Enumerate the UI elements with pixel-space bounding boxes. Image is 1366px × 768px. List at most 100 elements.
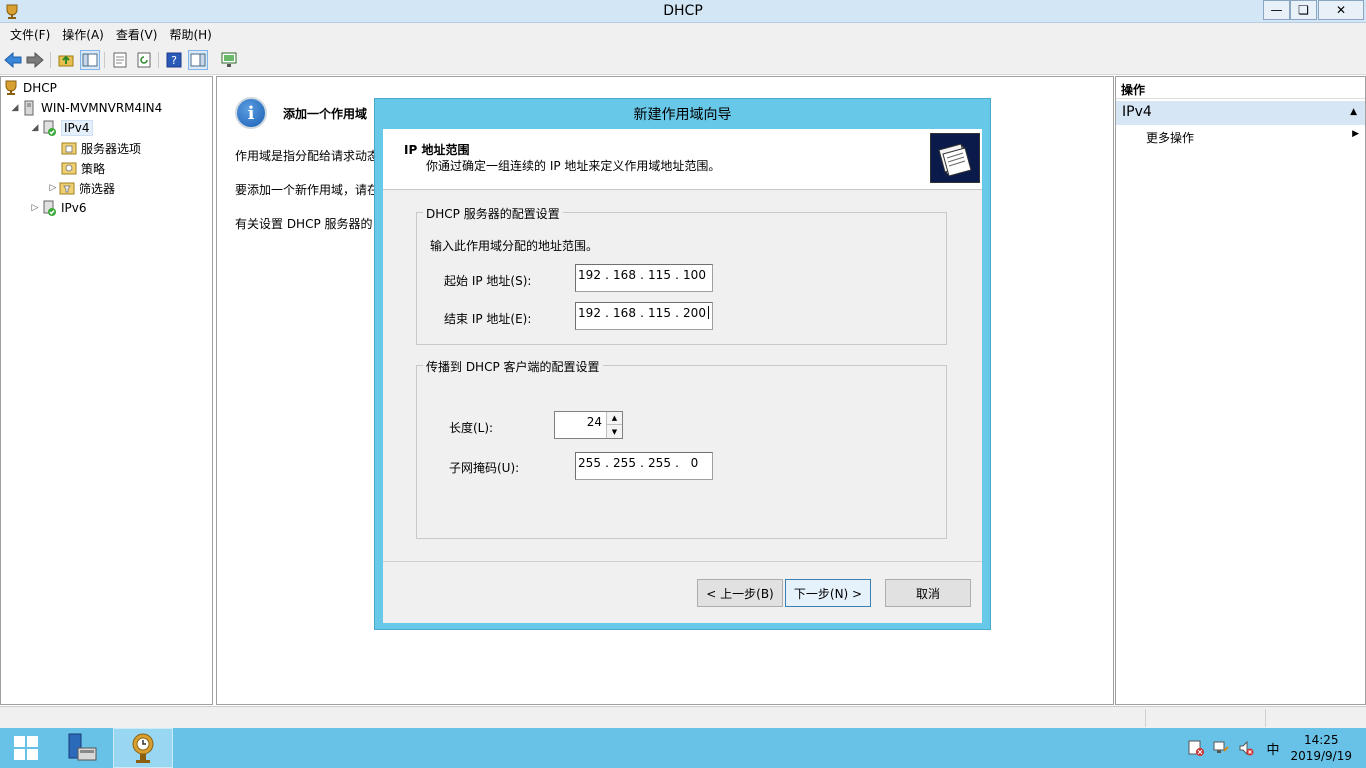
volume-muted-icon[interactable] [1238,740,1254,756]
menu-view[interactable]: 查看(V) [110,26,164,43]
minimize-button[interactable]: — [1263,0,1290,20]
status-bar [0,706,1366,728]
collapsed-arrow-icon[interactable]: ▷ [29,203,41,213]
monitor-icon [221,52,237,67]
end-ip-input[interactable]: 192. 168. 115. 200 [575,302,713,330]
show-hide-action-pane-button[interactable] [188,50,208,70]
windows-logo-icon [14,736,38,760]
start-ip-octet-3[interactable]: 115 [646,268,673,282]
monitor-button[interactable] [219,50,239,70]
collapse-up-icon[interactable]: ▲ [1350,107,1357,117]
end-ip-octet-4[interactable]: 200 [681,306,708,320]
dialog-body: IP 地址范围 你通过确定一组连续的 IP 地址来定义作用域地址范围。 DHCP… [383,129,982,623]
tree-item-server-options[interactable]: 服务器选项 [61,139,141,157]
clock-date: 2019/9/19 [1290,749,1352,763]
end-ip-octet-2[interactable]: 168 [611,306,638,320]
length-label: 长度(L): [449,421,494,435]
network-icon[interactable] [1213,740,1229,756]
spin-down-icon[interactable]: ▼ [606,425,622,438]
subnet-mask-input[interactable]: 255. 255. 255. 0 [575,452,713,480]
clock-time: 14:25 [1303,733,1339,747]
show-hide-tree-button[interactable] [80,50,100,70]
console-tree-icon [82,53,98,67]
tree-label-ipv6: IPv6 [61,201,87,215]
close-button[interactable]: ✕ [1318,0,1364,20]
client-config-legend: 传播到 DHCP 客户端的配置设置 [423,358,603,375]
menu-help[interactable]: 帮助(H) [163,26,217,43]
length-spinner[interactable]: 24 ▲ ▼ [554,411,623,439]
toolbar: ? [0,45,1366,75]
refresh-icon [137,52,151,68]
taskbar-clock[interactable]: 14:25 2019/9/19 [1290,732,1352,764]
more-actions-item[interactable]: 更多操作 [1146,129,1194,146]
server-manager-taskbar-button[interactable] [56,728,108,768]
refresh-button[interactable] [134,50,154,70]
up-level-button[interactable] [56,50,76,70]
cancel-button[interactable]: 取消 [885,579,971,607]
end-ip-octet-1[interactable]: 192 [576,306,603,320]
text-caret [708,306,709,319]
server-config-group: DHCP 服务器的配置设置 输入此作用域分配的地址范围。 起始 IP 地址(S)… [416,205,947,345]
info-icon: i [235,97,267,129]
collapsed-arrow-icon[interactable]: ▷ [47,183,59,193]
mask-octet-3[interactable]: 255 [646,456,673,470]
ipv4-icon [43,120,56,136]
action-center-icon[interactable] [1188,740,1204,756]
ime-indicator[interactable]: 中 [1265,740,1281,758]
tree-item-dhcp[interactable]: DHCP [3,79,57,97]
console-tree: DHCP ◢ WIN-MVMNVRM4IN4 ◢ IPv4 服务器选项 策略 ▷… [0,76,213,705]
actions-header: 操作 [1116,77,1365,99]
back-button[interactable] [3,50,23,70]
center-text-line2: 要添加一个新作用域，请在 [235,183,380,197]
mask-octet-2[interactable]: 255 [611,456,638,470]
dialog-subheading: 你通过确定一组连续的 IP 地址来定义作用域地址范围。 [426,159,721,173]
end-ip-octet-3[interactable]: 115 [646,306,673,320]
restore-button[interactable]: ❏ [1290,0,1317,20]
tree-item-policies[interactable]: 策略 [61,159,105,177]
tree-item-ipv6[interactable]: ▷ IPv6 [29,199,87,217]
server-config-legend: DHCP 服务器的配置设置 [423,205,563,222]
tree-item-ipv4[interactable]: ◢ IPv4 [29,119,93,137]
center-title: 添加一个作用域 [283,107,368,121]
start-ip-octet-1[interactable]: 192 [576,268,603,282]
expanded-arrow-icon[interactable]: ◢ [29,123,41,133]
menu-bar: 文件(F) 操作(A) 查看(V) 帮助(H) [0,23,1366,45]
help-icon: ? [166,52,182,68]
expanded-arrow-icon[interactable]: ◢ [9,103,21,113]
minimize-icon: — [1270,3,1283,17]
start-ip-input[interactable]: 192. 168. 115. 100 [575,264,713,292]
dhcp-taskbar-button[interactable] [113,728,173,768]
help-button[interactable]: ? [164,50,184,70]
start-ip-octet-4[interactable]: 100 [681,268,708,282]
menu-action[interactable]: 操作(A) [56,26,110,43]
center-text-line1: 作用域是指分配给请求动态 [235,149,380,163]
actions-group-ipv4[interactable]: IPv4 ▲ [1116,101,1365,125]
forward-button[interactable] [25,50,45,70]
mask-octet-4[interactable]: 0 [681,456,708,470]
spin-up-icon[interactable]: ▲ [606,412,622,425]
back-button-dialog[interactable]: < 上一步(B) [697,579,783,607]
ipv6-icon [43,200,56,216]
dhcp-icon [5,80,17,95]
filters-icon [59,182,75,195]
tree-item-server[interactable]: ◢ WIN-MVMNVRM4IN4 [9,99,162,117]
tree-item-filters[interactable]: ▷ 筛选器 [47,179,115,197]
server-icon [24,100,34,116]
actions-pane: 操作 IPv4 ▲ 更多操作 ▶ [1115,76,1366,705]
tree-label-dhcp: DHCP [23,81,57,95]
submenu-arrow-icon[interactable]: ▶ [1352,129,1359,139]
length-value[interactable]: 24 [587,415,602,429]
taskbar: 中 14:25 2019/9/19 [0,728,1366,768]
close-icon: ✕ [1335,3,1347,17]
server-options-icon [61,142,77,155]
start-ip-octet-2[interactable]: 168 [611,268,638,282]
center-text-line3: 有关设置 DHCP 服务器的 [235,217,373,231]
dialog-separator [383,561,982,562]
tree-label-server: WIN-MVMNVRM4IN4 [41,101,163,115]
start-button[interactable] [0,728,52,768]
menu-file[interactable]: 文件(F) [4,26,56,43]
title-bar: DHCP — ❏ ✕ [0,0,1366,23]
next-button[interactable]: 下一步(N) > [785,579,871,607]
properties-button[interactable] [110,50,130,70]
mask-octet-1[interactable]: 255 [576,456,603,470]
